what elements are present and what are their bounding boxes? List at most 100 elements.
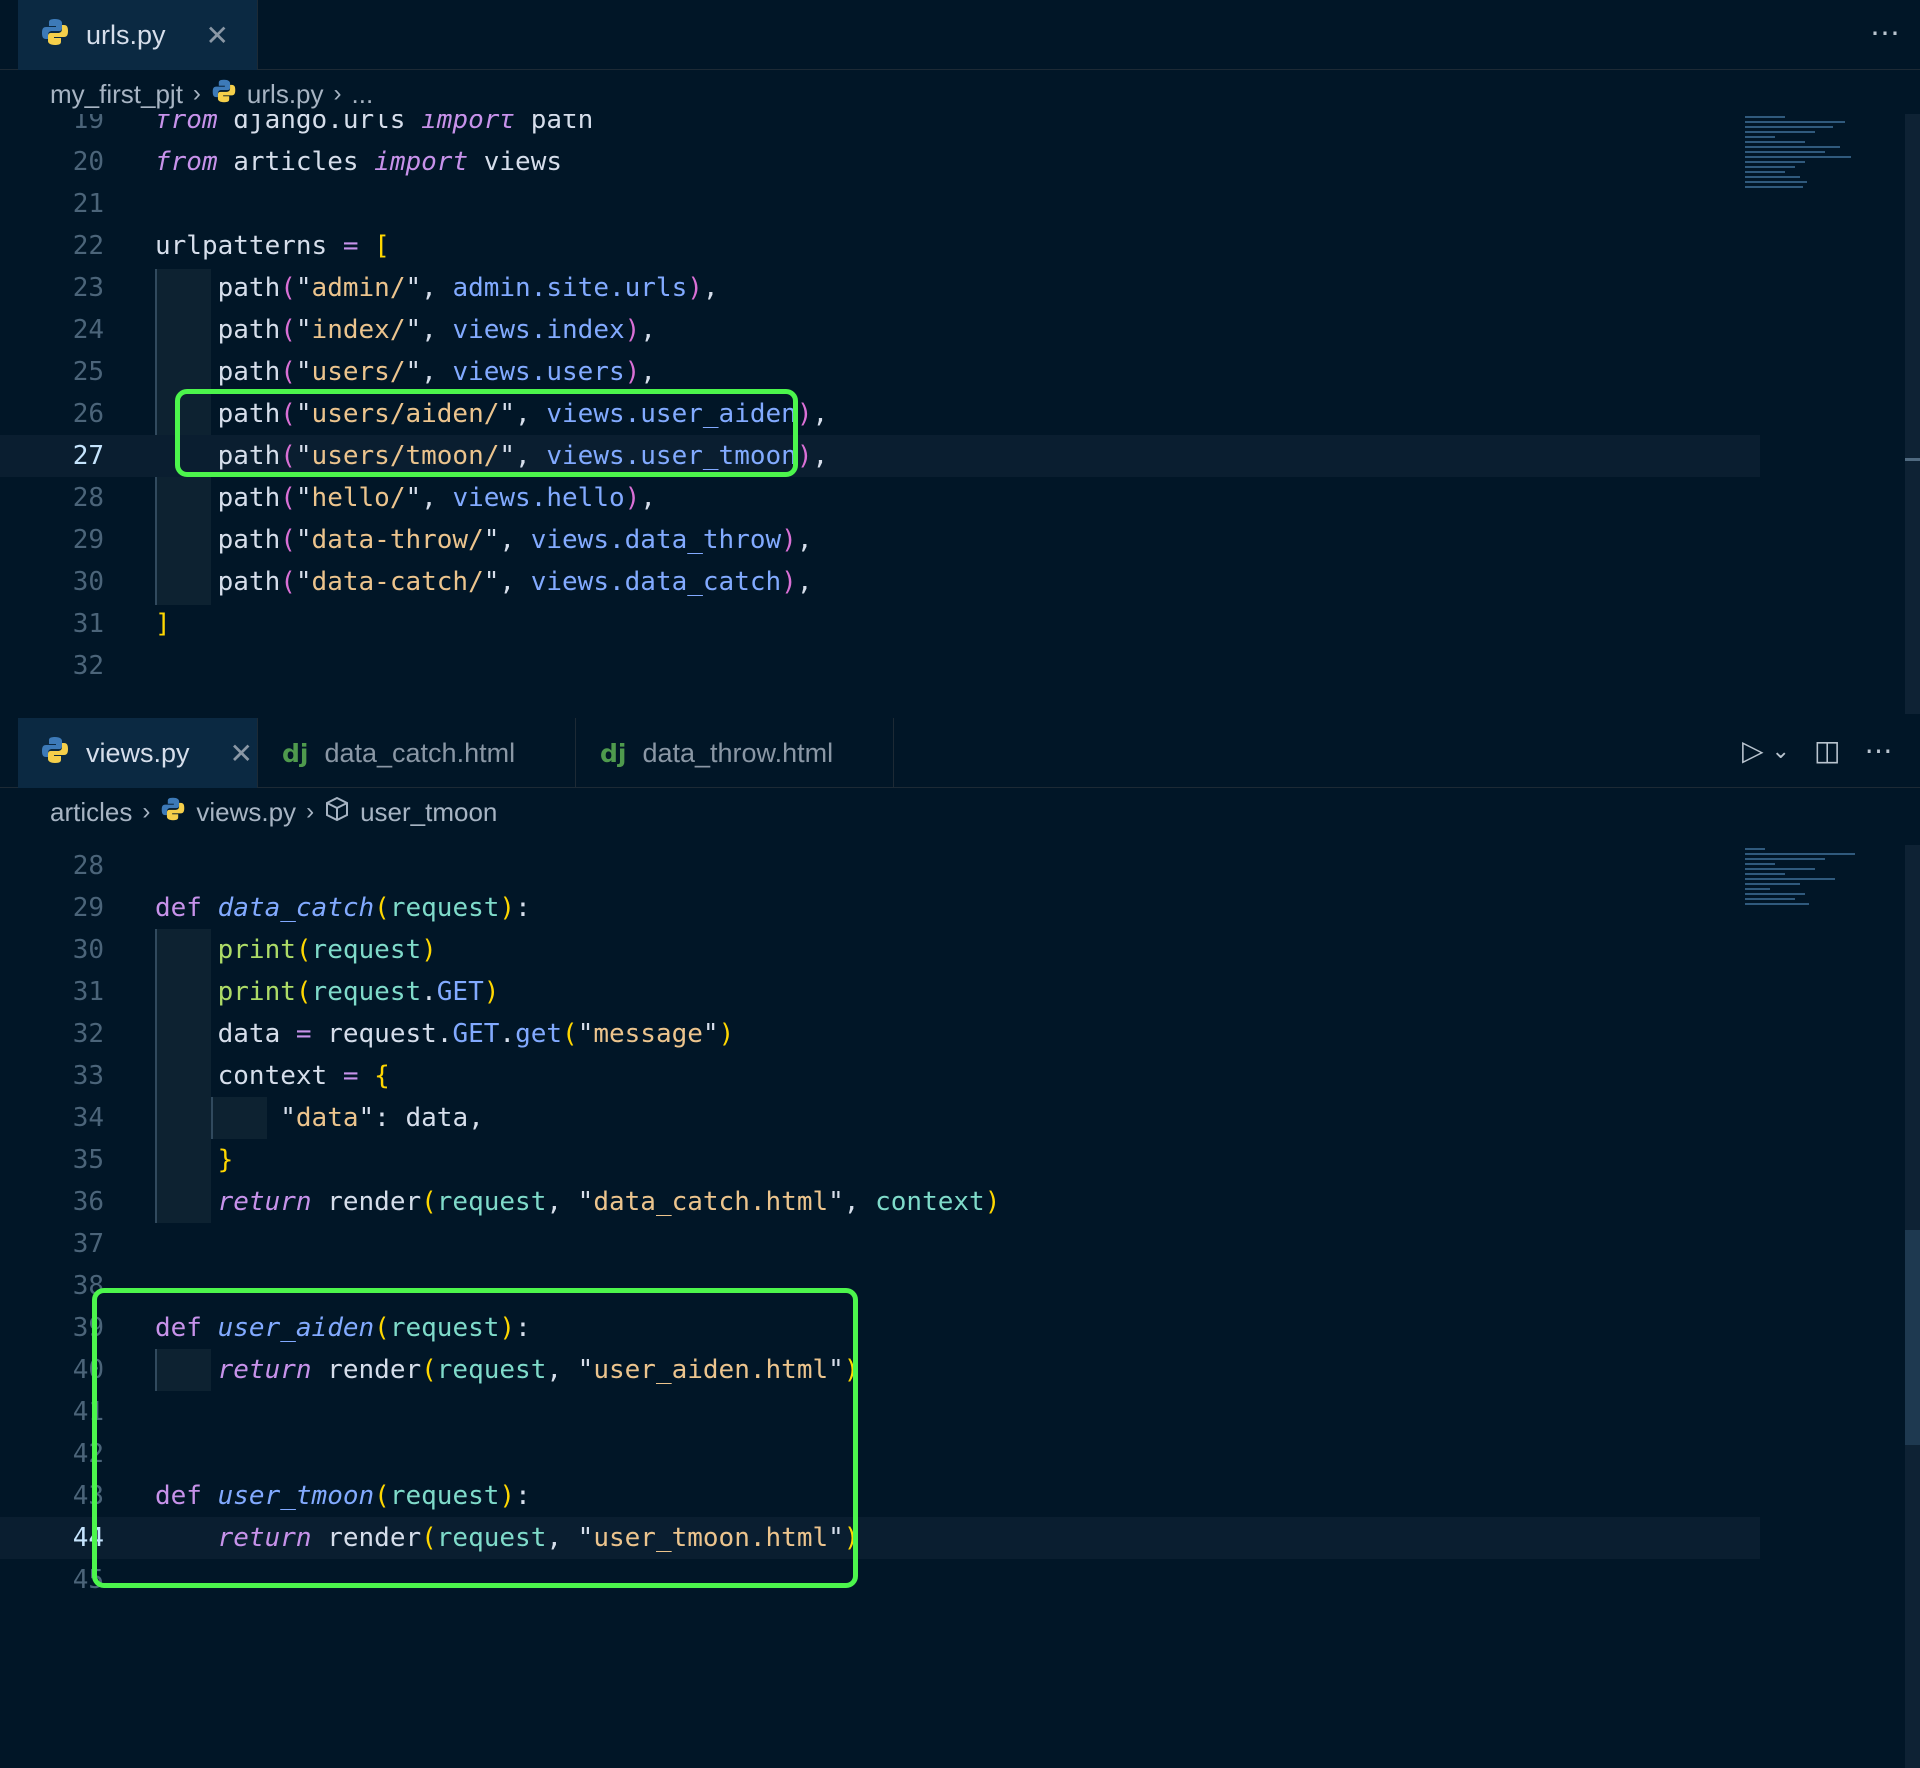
code-line[interactable]: 34 "data": data, [0,1097,1760,1139]
code-token: = [295,1019,312,1049]
line-number: 26 [72,399,104,429]
breadcrumb-folder[interactable]: articles [50,797,132,828]
code-token: path [155,483,281,513]
code-line[interactable]: 36 return render(request, "data_catch.ht… [0,1181,1760,1223]
top-tab-bar: urls.py ✕ ⋯ [0,0,1920,70]
code-token: ) [624,315,641,345]
code-line[interactable]: 31 print(request.GET) [0,971,1760,1013]
tab-urls-py[interactable]: urls.py ✕ [18,0,258,70]
breadcrumb-folder[interactable]: my_first_pjt [50,79,183,110]
code-line[interactable]: 30 print(request) [0,929,1760,971]
code-token: , [812,399,829,429]
code-line[interactable]: 30 path("data-catch/", views.data_catch)… [0,561,1760,603]
code-token: request [311,935,422,965]
code-token: { [374,1061,390,1091]
minimap[interactable] [1745,116,1855,191]
run-icon[interactable]: ▷ [1742,734,1764,767]
code-text: path("users/", views.users), [155,351,656,393]
code-line[interactable]: 22 urlpatterns = [ [0,225,1760,267]
code-line[interactable]: 33 context = { [0,1055,1760,1097]
code-token: , [421,483,453,513]
code-text: print(request.GET) [155,971,500,1013]
code-token: from [155,147,218,177]
code-token: ( [421,1187,437,1217]
code-token: ( [295,977,312,1007]
breadcrumb-more[interactable]: ... [352,79,374,110]
code-line[interactable]: 32 data = request.GET.get("message") [0,1013,1760,1055]
code-token: " [405,483,422,513]
highlight-box-views [92,1288,858,1588]
code-token: " [702,1019,719,1049]
close-icon[interactable]: ✕ [230,737,253,770]
code-token: urlpatterns [155,231,343,261]
breadcrumb-file[interactable]: urls.py [247,79,324,110]
code-token: GET [452,1019,500,1049]
chevron-right-icon: › [192,80,201,107]
breadcrumb-symbol[interactable]: user_tmoon [360,797,497,828]
bottom-tab-bar: views.py ✕ dj data_catch.html dj data_th… [0,718,1920,788]
code-token: , [421,273,453,303]
code-line[interactable]: 31] [0,603,1760,645]
code-token: data-throw/ [311,525,484,555]
code-line[interactable]: 19 from django.urls import path [0,114,1760,141]
code-token: message [593,1019,703,1049]
code-token: : [515,893,531,923]
code-text: path("admin/", admin.site.urls), [155,267,719,309]
code-token: get [515,1019,563,1049]
code-token: views.hello [452,483,625,513]
code-token: views.data_catch [530,567,782,597]
code-line[interactable]: 35 } [0,1139,1760,1181]
code-line[interactable]: 29 path("data-throw/", views.data_throw)… [0,519,1760,561]
line-number: 20 [72,147,104,177]
code-text: data = request.GET.get("message") [155,1013,735,1055]
close-icon[interactable]: ✕ [206,19,229,52]
tab-data-catch-html[interactable]: dj data_catch.html [258,718,576,788]
code-token: ( [562,1019,578,1049]
more-actions-icon[interactable]: ⋯ [1864,734,1892,767]
code-token: data_catch.html [593,1187,829,1217]
code-token: context [155,1061,343,1091]
breadcrumb-file[interactable]: views.py [196,797,296,828]
code-token: from [155,114,218,135]
code-token: " [295,567,312,597]
tab-views-py[interactable]: views.py ✕ [18,718,258,788]
code-line[interactable]: 25 path("users/", views.users), [0,351,1760,393]
code-line[interactable]: 29 def data_catch(request): [0,887,1760,929]
python-icon [211,78,237,111]
tab-label: data_throw.html [642,737,834,768]
code-text: urlpatterns = [ [155,225,390,267]
code-line[interactable]: 23 path("admin/", admin.site.urls), [0,267,1760,309]
code-token: views.index [452,315,625,345]
code-token: " [295,525,312,555]
more-actions-icon[interactable]: ⋯ [1870,16,1901,51]
line-number: 27 [72,441,104,471]
code-token: = [342,1061,359,1091]
scrollbar-top[interactable] [1905,114,1920,714]
tab-data-throw-html[interactable]: dj data_throw.html [576,718,894,788]
line-number: 30 [72,935,104,965]
code-line[interactable]: 20 from articles import views [0,141,1760,183]
split-editor-icon[interactable]: ◫ [1814,734,1840,767]
line-number: 30 [72,567,104,597]
code-token: " [483,567,500,597]
code-line[interactable]: 28 path("hello/", views.hello), [0,477,1760,519]
code-line[interactable]: 37 [0,1223,1760,1265]
code-line[interactable]: 21 [0,183,1760,225]
code-line[interactable]: 32 [0,645,1760,687]
code-token: " [577,1187,594,1217]
code-line[interactable]: 28 [0,845,1760,887]
scrollbar-slider[interactable] [1905,1230,1920,1445]
code-token: path [155,357,281,387]
chevron-down-icon[interactable]: ⌄ [1772,738,1790,764]
highlight-box-urls [175,389,798,477]
code-line[interactable]: 24 path("index/", views.index), [0,309,1760,351]
breadcrumb: articles › views.py › user_tmoon [50,790,497,834]
code-token: django.urls [217,114,422,135]
minimap[interactable] [1745,845,1855,908]
code-token: . [421,977,437,1007]
django-icon: dj [282,738,309,768]
code-token: " [577,1019,594,1049]
chevron-right-icon: › [306,798,315,825]
code-token: , [499,567,531,597]
line-number: 31 [72,609,104,639]
